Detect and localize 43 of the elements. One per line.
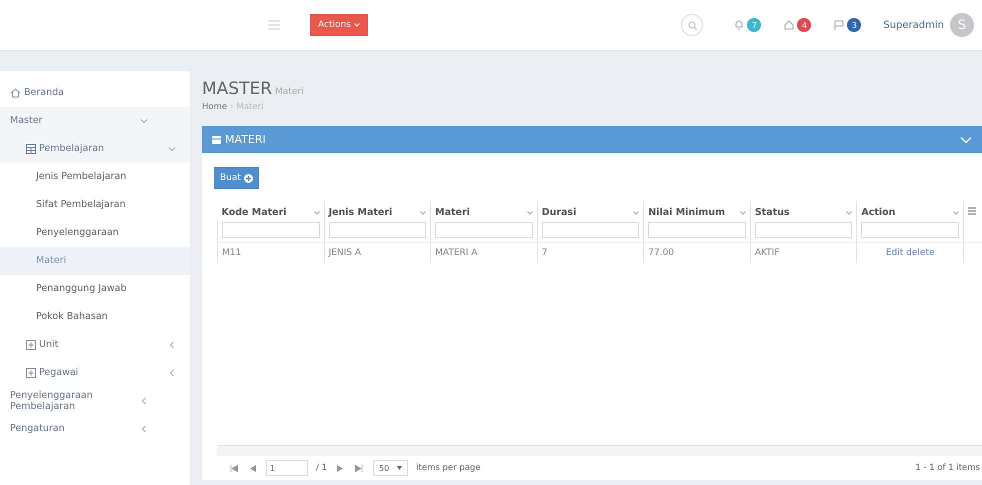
page-size-select[interactable]: 50: [372, 460, 408, 476]
column-header[interactable]: Jenis Materi: [328, 207, 420, 218]
table-cell: MATERI A: [435, 248, 478, 258]
sidebar-item[interactable]: Penanggung Jawab: [0, 275, 190, 303]
sidebar-item[interactable]: Penyelenggaraan Pembelajaran: [0, 387, 190, 415]
sidebar-item[interactable]: Pokok Bahasan: [0, 303, 190, 331]
table-cell: 77.00: [648, 248, 674, 258]
breadcrumb-separator: ›: [230, 102, 234, 112]
sidebar-item[interactable]: Beranda: [0, 79, 190, 107]
count-badge: 3: [847, 18, 862, 32]
sidebar-item[interactable]: Penyelenggaraan: [0, 219, 190, 247]
column-header[interactable]: Materi: [435, 207, 527, 218]
page-size-label: items per page: [416, 463, 481, 473]
panel-title: MATERI: [225, 133, 267, 146]
user-name[interactable]: Superadmin: [883, 20, 944, 30]
sidebar-item[interactable]: Pegawai: [0, 359, 190, 387]
sidebar-item[interactable]: Master: [0, 107, 190, 135]
sidebar-item[interactable]: Materi: [0, 247, 190, 275]
table-cell: JENIS A: [328, 248, 362, 258]
column-header[interactable]: Durasi: [542, 207, 634, 218]
count-badge: 7: [747, 18, 762, 32]
page-title: MASTER Materi: [202, 79, 305, 99]
table-cell: AKTIF: [754, 248, 780, 258]
actions-button[interactable]: Actions: [310, 14, 368, 36]
column-header[interactable]: Kode Materi: [222, 207, 314, 218]
action-link[interactable]: Edit: [886, 248, 904, 258]
table-cell: M11: [222, 248, 242, 258]
page-field[interactable]: 1: [266, 460, 308, 476]
sidebar-item[interactable]: Sifat Pembelajaran: [0, 191, 190, 219]
breadcrumb-item[interactable]: Home: [202, 102, 228, 112]
pager-summary: 1 - 1 of 1 items: [915, 463, 980, 473]
sidebar-item[interactable]: Unit: [0, 331, 190, 359]
count-badge: 4: [797, 18, 812, 32]
column-header[interactable]: Action: [861, 207, 953, 218]
table-cell: 7: [542, 248, 548, 258]
column-header[interactable]: Nilai Minimum: [648, 207, 740, 218]
page-count: / 1: [316, 463, 327, 473]
action-link[interactable]: delete: [906, 248, 935, 258]
sidebar-item[interactable]: Pengaturan: [0, 415, 190, 443]
create-button[interactable]: Buat: [214, 167, 259, 189]
column-header[interactable]: Status: [754, 207, 846, 218]
sidebar-item[interactable]: Pembelajaran: [0, 135, 190, 163]
sidebar-item[interactable]: Jenis Pembelajaran: [0, 163, 190, 191]
